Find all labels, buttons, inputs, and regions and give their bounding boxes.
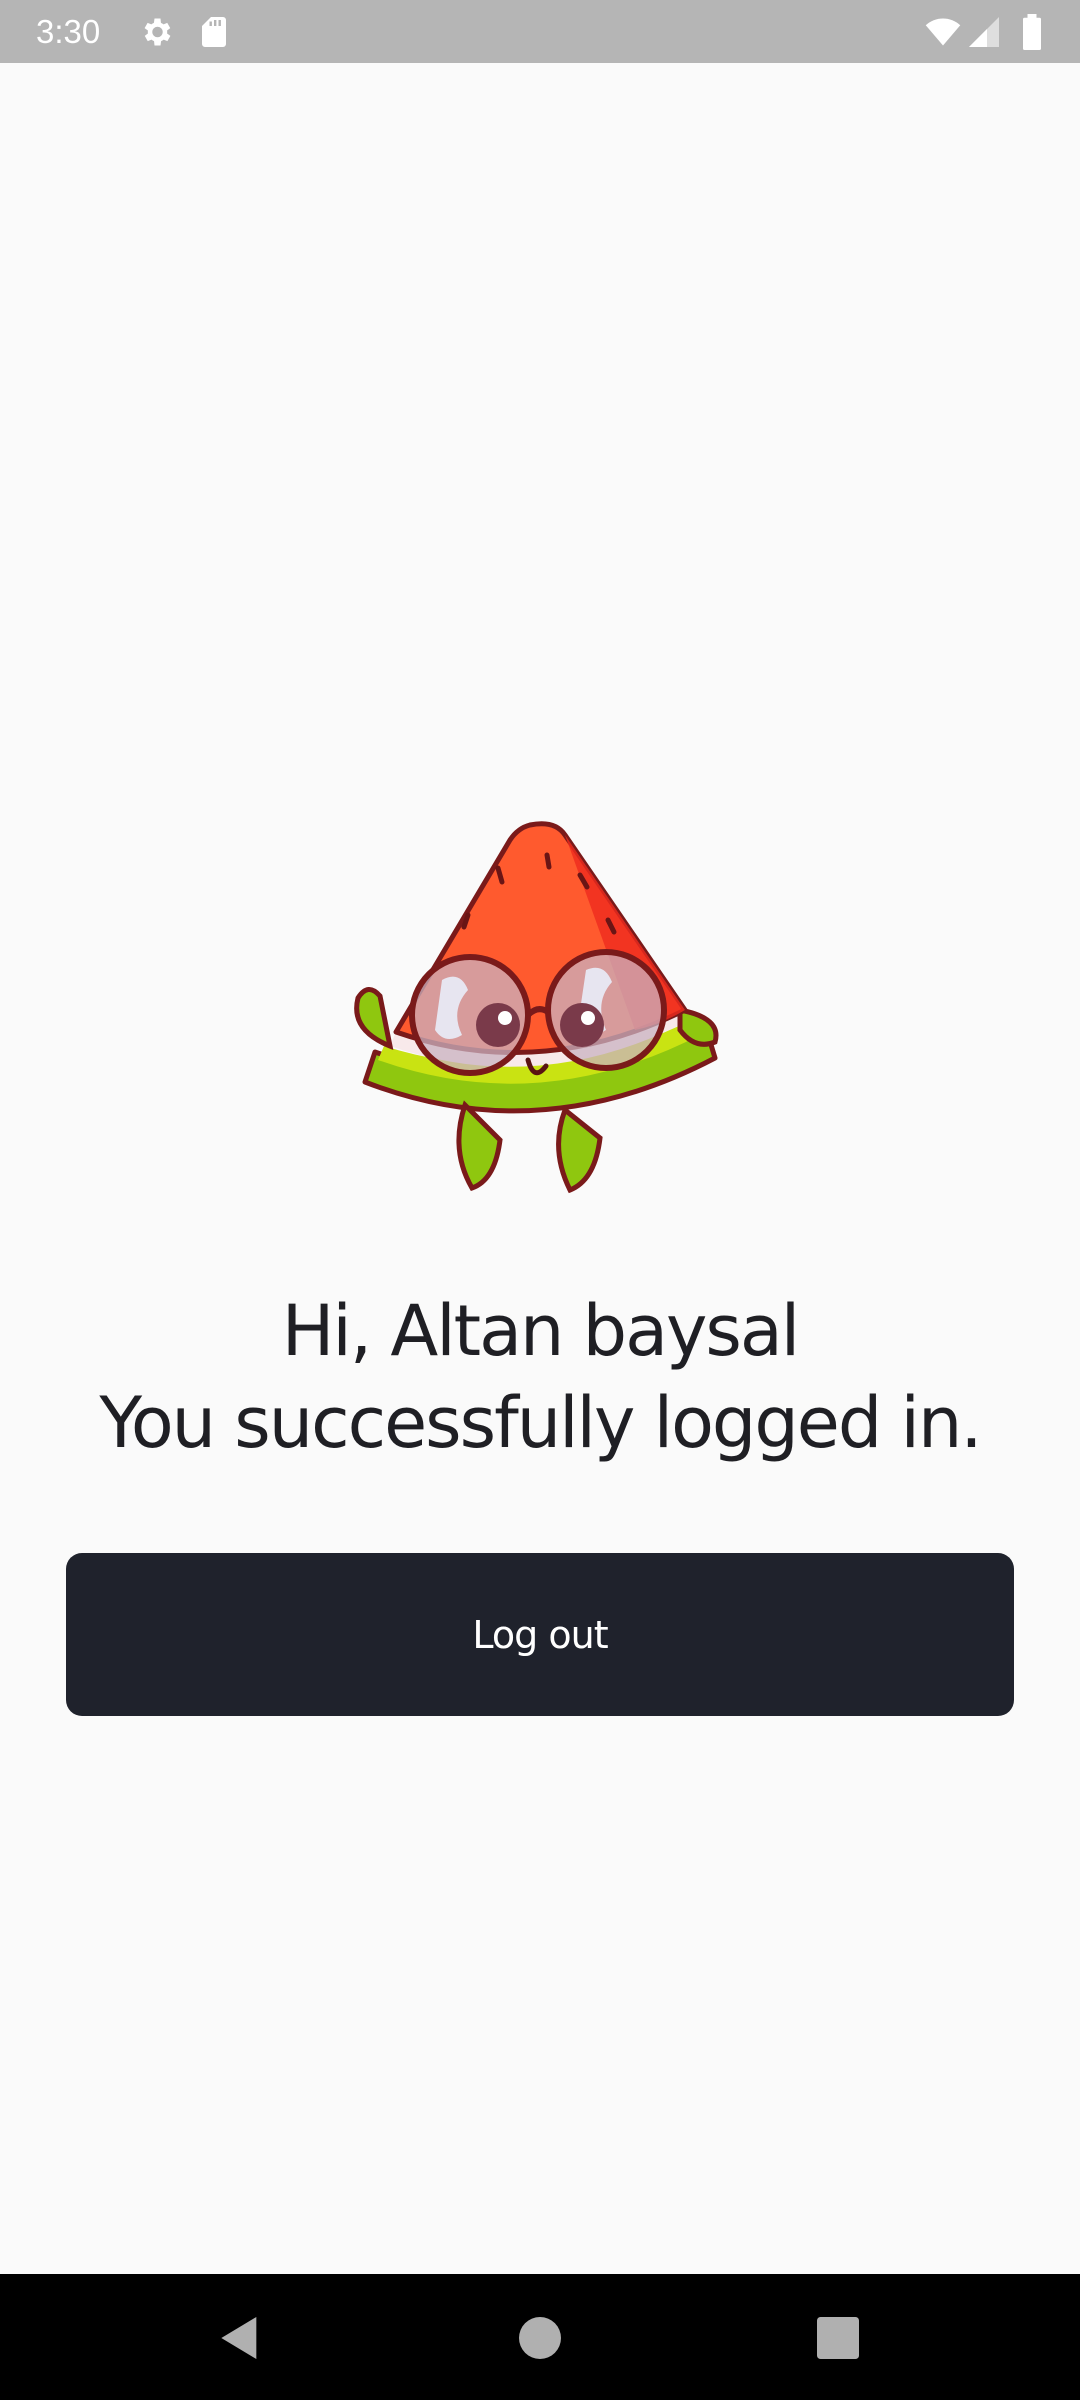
wifi-icon [922,14,964,50]
back-icon[interactable] [212,2310,268,2366]
home-icon[interactable] [512,2310,568,2366]
status-time: 3:30 [36,13,101,50]
recents-icon[interactable] [810,2310,866,2366]
greeting-line-status: You successfully logged in. [99,1382,982,1464]
settings-icon [138,14,174,50]
battery-icon [1018,14,1046,50]
greeting-text: Hi, Altan baysal You successfully logged… [0,1285,1080,1469]
sd-card-icon [196,14,232,50]
logout-button[interactable]: Log out [66,1553,1014,1716]
greeting-line-name: Hi, Altan baysal [281,1290,800,1372]
signal-icon [966,14,1002,50]
navigation-bar [0,2274,1080,2400]
status-bar: 3:30 [0,0,1080,63]
watermelon-mascot-icon [350,820,730,1200]
